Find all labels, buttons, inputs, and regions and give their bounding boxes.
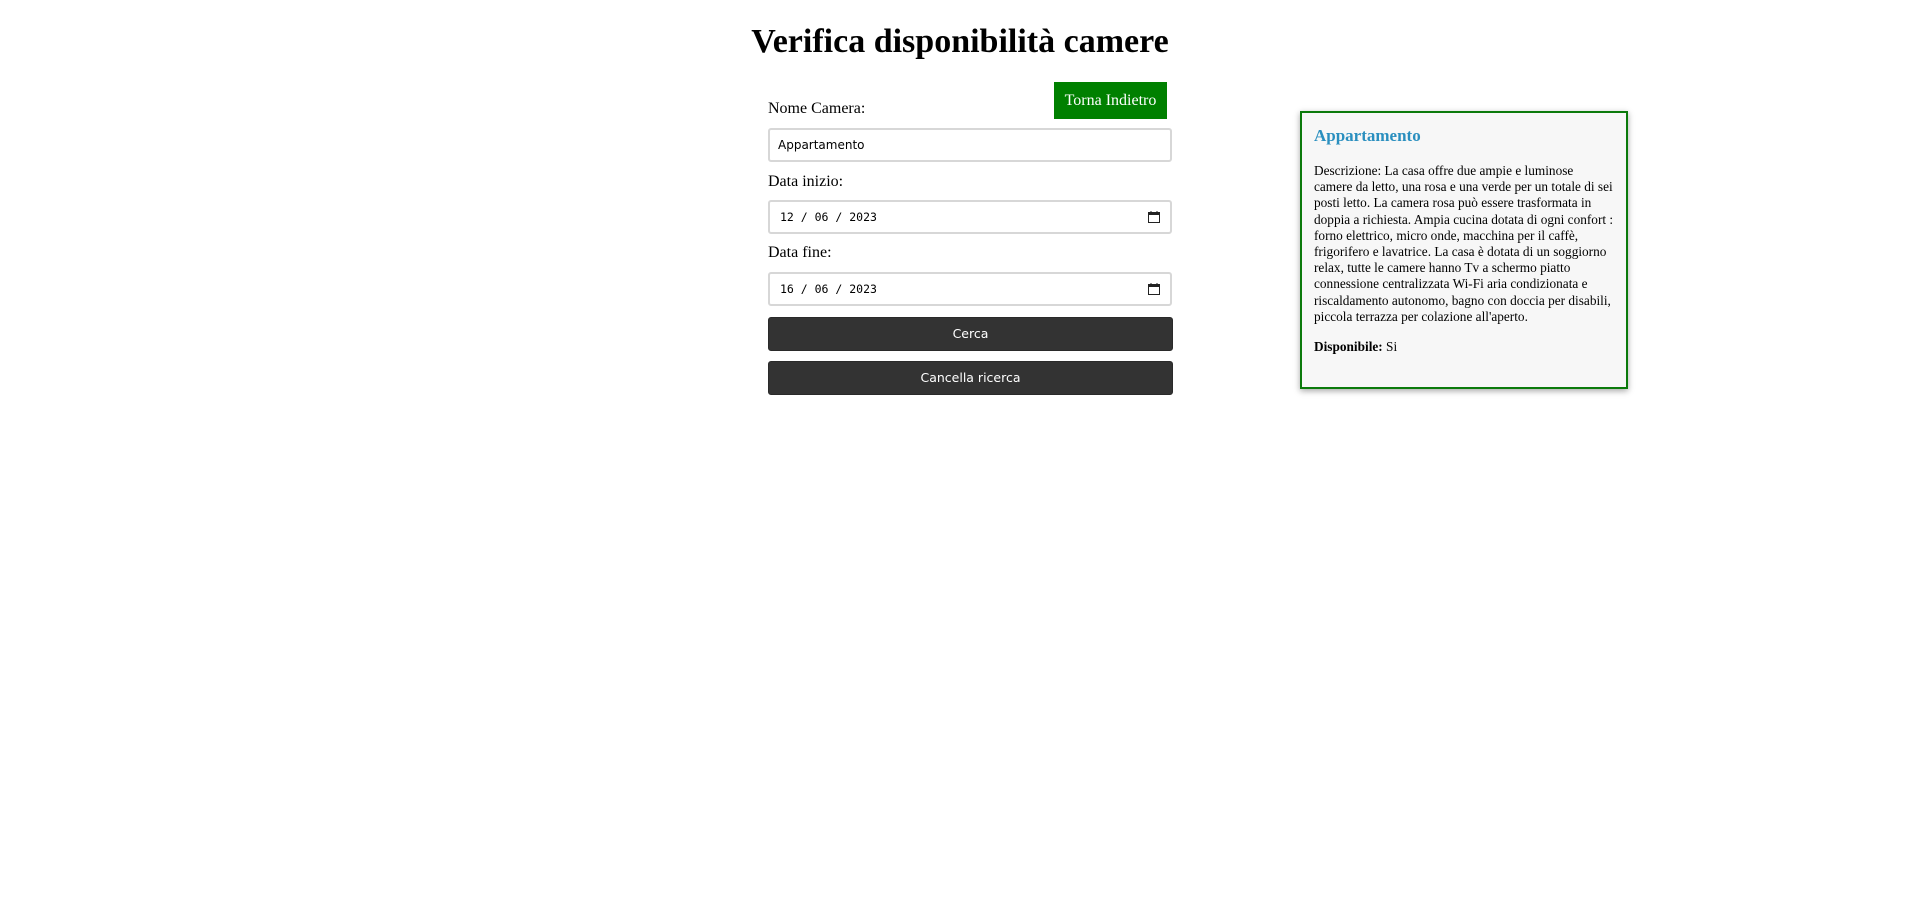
calendar-icon[interactable] <box>1148 283 1160 295</box>
room-availability: Disponibile: Si <box>1314 339 1614 355</box>
room-result-title: Appartamento <box>1314 126 1421 145</box>
room-result-card: Appartamento Descrizione: La casa offre … <box>1300 111 1628 389</box>
availability-label: Disponibile: <box>1314 339 1383 355</box>
end-date-label: Data fine: <box>768 244 832 261</box>
start-date-input[interactable]: 12 / 06 / 2023 <box>768 200 1172 234</box>
clear-search-button[interactable]: Cancella ricerca <box>768 361 1173 395</box>
start-date-value: 12 / 06 / 2023 <box>780 210 877 224</box>
availability-value: Si <box>1386 339 1398 355</box>
room-name-label: Nome Camera: <box>768 100 866 117</box>
calendar-icon[interactable] <box>1148 211 1160 223</box>
room-result-description: Descrizione: La casa offre due ampie e l… <box>1314 163 1614 324</box>
back-button[interactable]: Torna Indietro <box>1054 82 1167 119</box>
room-name-input[interactable]: Appartamento <box>768 128 1172 162</box>
start-date-label: Data inizio: <box>768 173 844 190</box>
search-button[interactable]: Cerca <box>768 317 1173 351</box>
end-date-value: 16 / 06 / 2023 <box>780 282 877 296</box>
page-title: Verifica disponibilità camere <box>751 23 1169 60</box>
end-date-input[interactable]: 16 / 06 / 2023 <box>768 272 1172 306</box>
